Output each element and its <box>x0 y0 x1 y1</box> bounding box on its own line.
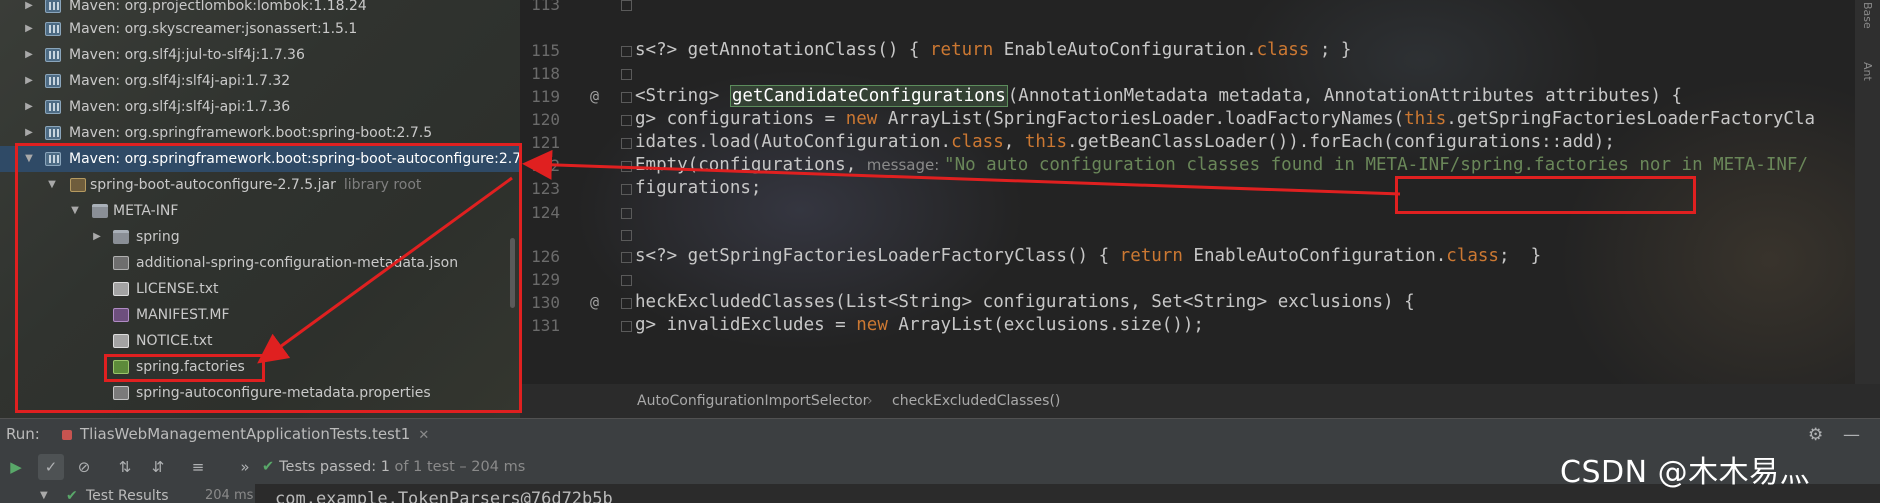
watermark: CSDN @木木易灬 <box>1560 455 1811 490</box>
annotation-arrow-to-selected <box>522 149 1401 196</box>
annotation-arrows <box>257 149 1401 364</box>
annotation-arrow-to-factories <box>257 176 513 364</box>
